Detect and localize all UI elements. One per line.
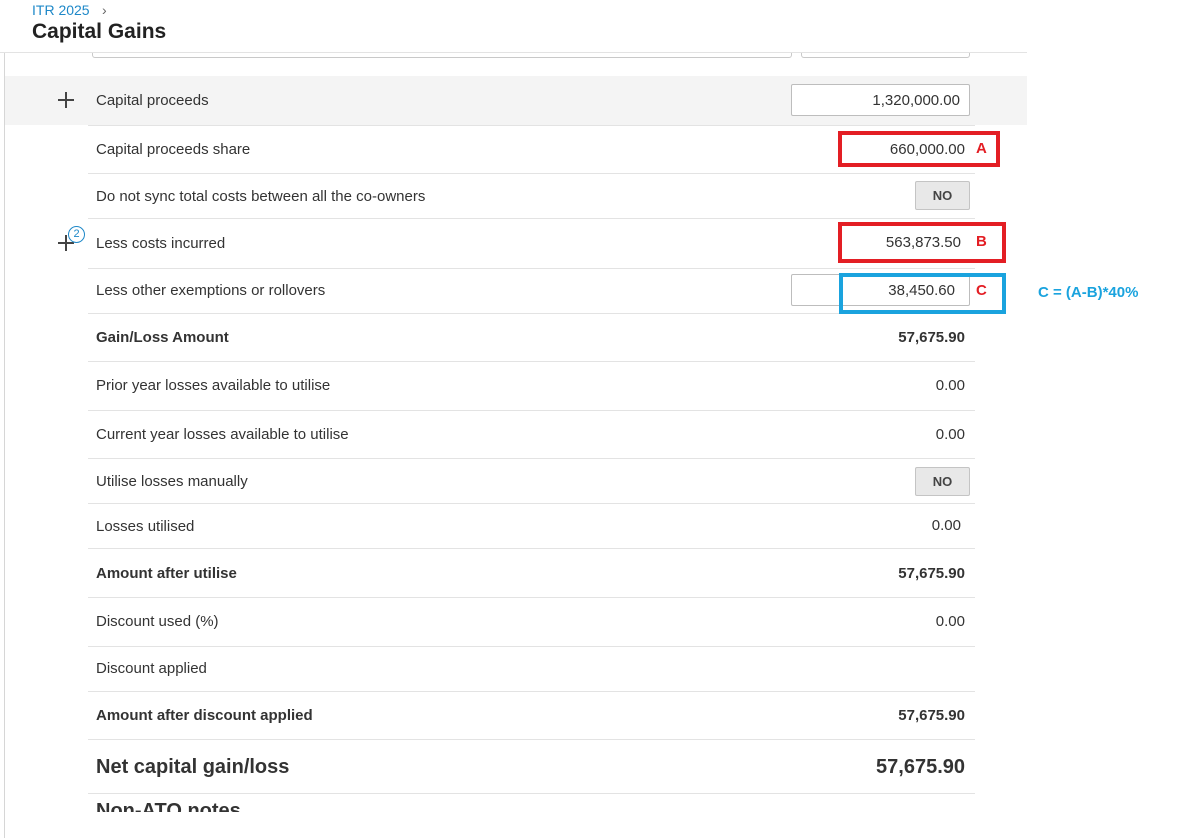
page-header: ITR 2025 › Capital Gains: [0, 0, 1027, 53]
amount-after-utilise-label: Amount after utilise: [96, 565, 237, 582]
capital-proceeds-share-label: Capital proceeds share: [96, 141, 251, 158]
gain-loss-amount-label: Gain/Loss Amount: [96, 329, 229, 346]
row-do-not-sync: Do not sync total costs between all the …: [88, 174, 975, 219]
row-gain-loss-amount: Gain/Loss Amount 57,675.90: [88, 314, 975, 362]
net-capital-gain-value: 57,675.90: [876, 756, 965, 778]
discount-used-value: 0.00: [935, 613, 965, 630]
annotation-label-a: A: [976, 140, 987, 157]
annotation-label-c: C: [976, 282, 987, 299]
left-border: [4, 52, 5, 838]
losses-utilised-label: Losses utilised: [96, 518, 195, 535]
row-amount-after-discount: Amount after discount applied 57,675.90: [88, 692, 975, 740]
do-not-sync-label: Do not sync total costs between all the …: [96, 188, 426, 205]
annotation-formula: C = (A-B)*40%: [1038, 284, 1139, 301]
row-amount-after-utilise: Amount after utilise 57,675.90: [88, 549, 975, 598]
row-net-capital-gain: Net capital gain/loss 57,675.90: [88, 740, 975, 794]
page-title: Capital Gains: [32, 20, 167, 43]
costs-count-badge: 2: [68, 226, 85, 243]
row-discount-applied: Discount applied: [88, 647, 975, 692]
row-utilise-losses-manually: Utilise losses manually NO: [88, 459, 975, 504]
row-capital-proceeds: Capital proceeds 1,320,000.00: [88, 76, 975, 126]
current-year-losses-label: Current year losses available to utilise: [96, 426, 349, 443]
prior-year-losses-value: 0.00: [935, 377, 965, 394]
net-capital-gain-label: Net capital gain/loss: [96, 756, 290, 778]
prior-year-losses-label: Prior year losses available to utilise: [96, 377, 331, 394]
row-current-year-losses: Current year losses available to utilise…: [88, 411, 975, 459]
capital-proceeds-input[interactable]: 1,320,000.00: [791, 84, 970, 116]
non-ato-notes-section: Non-ATO notes: [88, 794, 975, 812]
do-not-sync-toggle[interactable]: NO: [915, 181, 970, 210]
breadcrumb-itr[interactable]: ITR 2025: [32, 2, 90, 18]
losses-utilised-value: 0.00: [931, 517, 961, 534]
row-discount-used: Discount used (%) 0.00: [88, 598, 975, 647]
expand-capital-proceeds-plus-icon[interactable]: [58, 92, 74, 108]
non-ato-notes-heading: Non-ATO notes: [96, 800, 241, 812]
utilise-losses-manually-toggle[interactable]: NO: [915, 467, 970, 496]
discount-applied-label: Discount applied: [96, 660, 207, 677]
row-losses-utilised: Losses utilised 0.00: [88, 504, 975, 549]
current-year-losses-value: 0.00: [935, 426, 965, 443]
less-costs-incurred-label: Less costs incurred: [96, 235, 226, 252]
gain-loss-amount-value: 57,675.90: [898, 329, 965, 346]
row-prior-year-losses: Prior year losses available to utilise 0…: [88, 362, 975, 411]
discount-used-label: Discount used (%): [96, 613, 219, 630]
amount-after-utilise-value: 57,675.90: [898, 565, 965, 582]
annotation-label-b: B: [976, 233, 987, 250]
amount-after-discount-label: Amount after discount applied: [96, 707, 313, 724]
breadcrumb-separator: ›: [102, 2, 107, 18]
less-other-exemptions-label: Less other exemptions or rollovers: [96, 282, 326, 299]
capital-proceeds-label: Capital proceeds: [96, 92, 209, 109]
utilise-losses-manually-label: Utilise losses manually: [96, 473, 248, 490]
amount-after-discount-value: 57,675.90: [898, 707, 965, 724]
